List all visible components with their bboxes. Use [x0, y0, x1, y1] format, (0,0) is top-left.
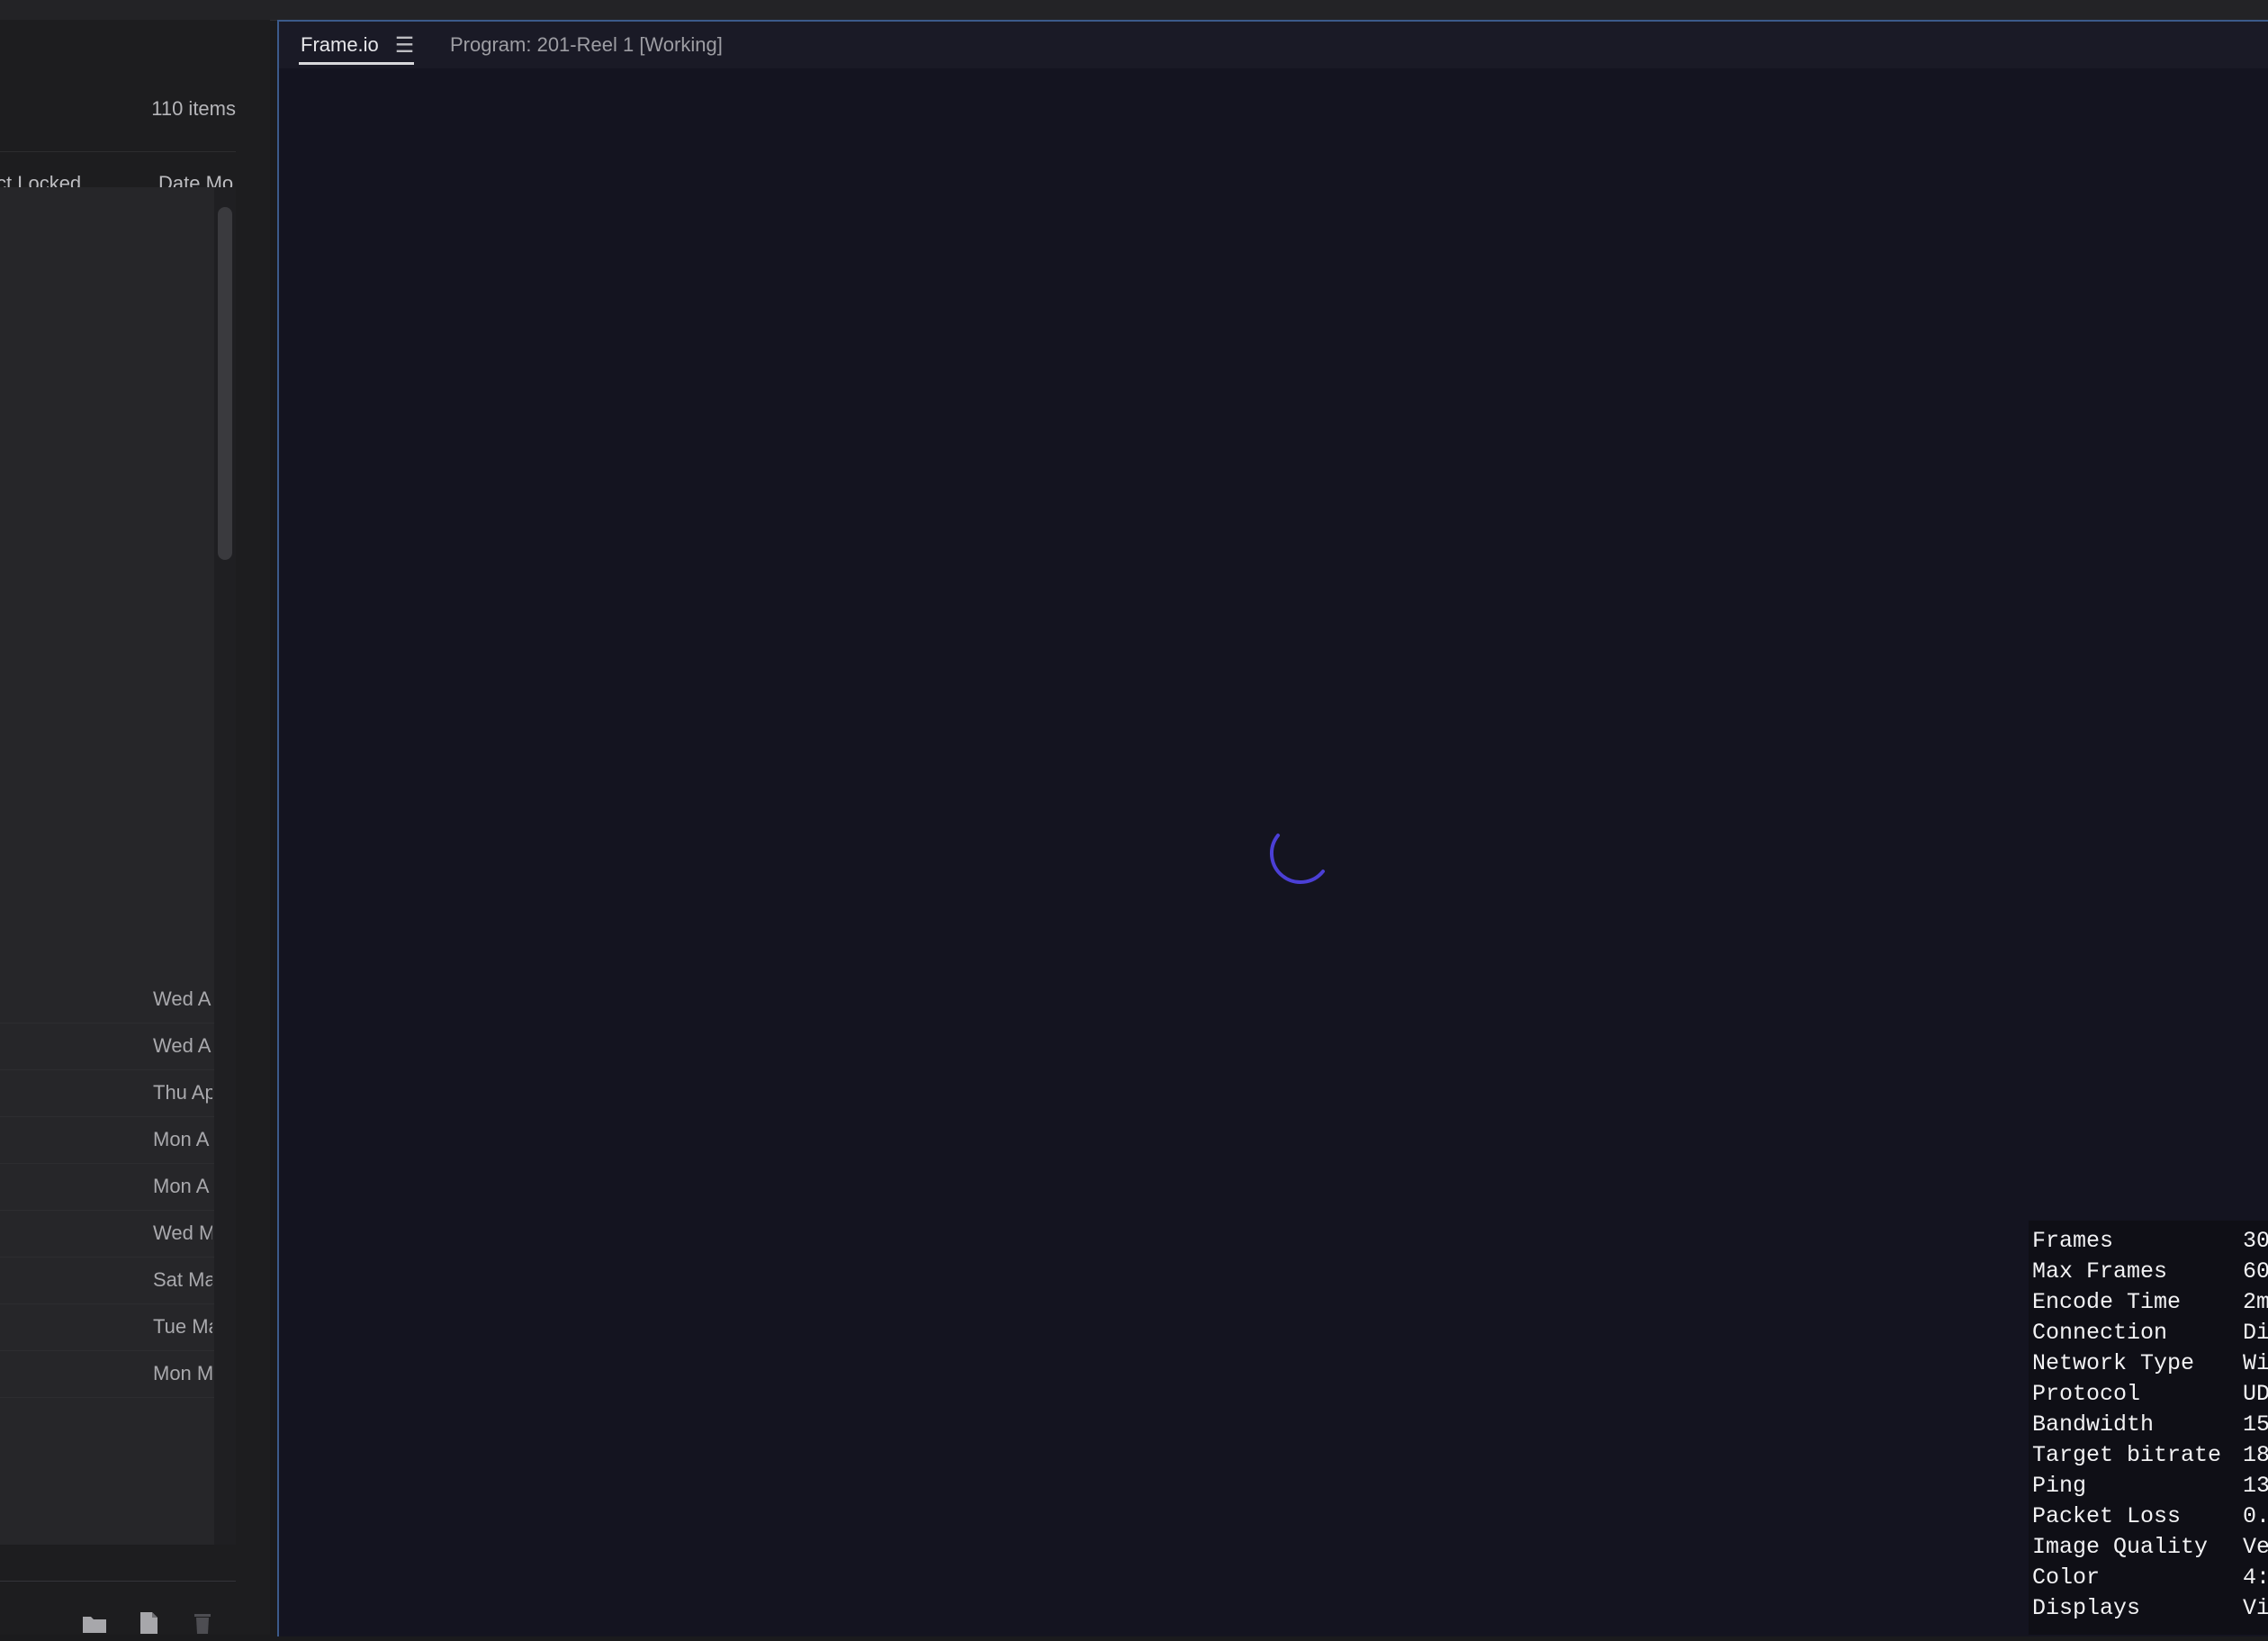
scrollbar-thumb[interactable]	[218, 207, 232, 560]
list-item[interactable]: Mon A	[0, 1163, 214, 1211]
loading-spinner-icon	[1270, 834, 1325, 884]
project-panel: 110 items ct Locked Date Mo Wed A Wed A …	[0, 20, 270, 1635]
tab-bar: Frame.io ☰ Program: 201-Reel 1 [Working]	[279, 22, 2268, 68]
list-item[interactable]: Wed M	[0, 1210, 214, 1258]
tab-frameio[interactable]: Frame.io ☰	[299, 22, 415, 68]
project-item-list: Wed A Wed A Thu Ap Mon A Mon A Wed M Sat…	[0, 187, 214, 1545]
stat-row: Frames 30	[2032, 1228, 2268, 1254]
active-tab-underline	[299, 62, 414, 65]
panel-divider	[0, 1581, 236, 1582]
tab-program-monitor[interactable]: Program: 201-Reel 1 [Working]	[450, 22, 723, 68]
list-item-date: Thu Ap	[153, 1081, 212, 1104]
stat-row: Packet Loss 0.	[2032, 1503, 2268, 1529]
list-item[interactable]: Wed A	[0, 1023, 214, 1070]
stat-row: Target bitrate 18	[2032, 1442, 2268, 1468]
new-item-file-icon[interactable]	[135, 1609, 162, 1636]
list-item-date: Mon M	[153, 1362, 212, 1384]
panel-footer-toolbar	[81, 1609, 216, 1636]
list-item[interactable]: Wed A	[0, 976, 214, 1023]
list-item-date: Wed A	[153, 1034, 212, 1057]
stat-row: Displays Vi	[2032, 1595, 2268, 1621]
items-count: 110 items	[151, 97, 236, 120]
stat-row: Network Type Wi	[2032, 1350, 2268, 1376]
list-item-date: Mon A	[153, 1175, 210, 1197]
frameio-viewer-panel: Frame.io ☰ Program: 201-Reel 1 [Working]	[277, 20, 2268, 1636]
list-item-date: Tue Ma	[153, 1315, 212, 1338]
delete-trash-icon[interactable]	[189, 1609, 216, 1636]
list-item[interactable]: Sat Ma	[0, 1257, 214, 1304]
stat-row: Protocol UD	[2032, 1381, 2268, 1407]
list-item[interactable]: Mon M	[0, 1350, 214, 1398]
stat-row: Connection Di	[2032, 1320, 2268, 1346]
list-item[interactable]: Thu Ap	[0, 1069, 214, 1117]
stat-row: Encode Time 2m	[2032, 1289, 2268, 1315]
stat-row: Color 4:	[2032, 1564, 2268, 1591]
list-item[interactable]: Tue Ma	[0, 1303, 214, 1351]
stream-stats-overlay: Frames 30 Max Frames 60 Encode Time 2m Conn…	[2029, 1221, 2268, 1635]
list-item[interactable]: Mon A	[0, 1116, 214, 1164]
list-scrollbar[interactable]	[214, 187, 236, 1545]
stat-row: Ping 13	[2032, 1473, 2268, 1499]
tab-frameio-label: Frame.io	[301, 33, 379, 56]
new-bin-folder-icon[interactable]	[81, 1609, 108, 1636]
list-item-date: Wed M	[153, 1222, 212, 1244]
list-item-date: Sat Ma	[153, 1268, 212, 1291]
panel-menu-icon[interactable]: ☰	[395, 32, 415, 59]
stat-row: Bandwidth 15	[2032, 1411, 2268, 1438]
stat-row: Max Frames 60	[2032, 1258, 2268, 1285]
top-bar	[0, 0, 2268, 21]
list-item-date: Mon A	[153, 1128, 210, 1150]
list-item-date: Wed A	[153, 987, 212, 1010]
stat-row: Image Quality Ve	[2032, 1534, 2268, 1560]
